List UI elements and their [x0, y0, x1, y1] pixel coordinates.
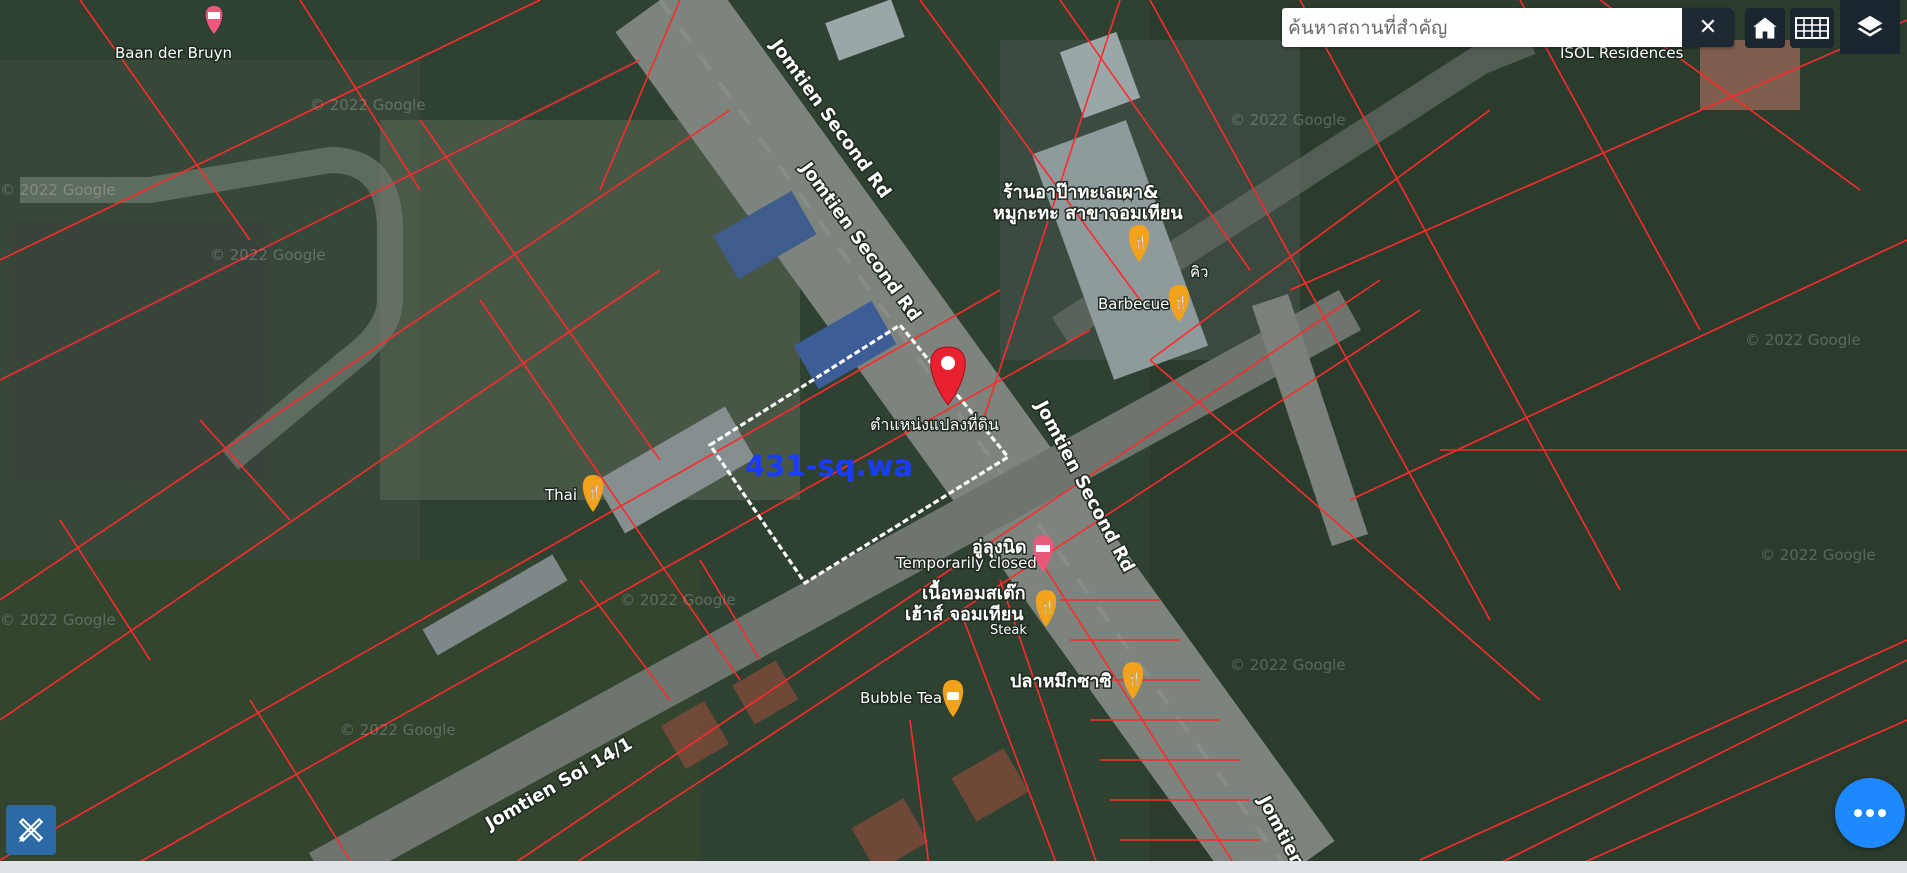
svg-text:🍴: 🍴 — [587, 485, 602, 499]
svg-text:🍴: 🍴 — [1133, 235, 1148, 249]
place-label: Temporarily closed — [895, 554, 1037, 572]
place-label: ร้านอาป๊าทะเลเผา& — [1003, 182, 1159, 203]
place-label: Thai — [544, 486, 577, 504]
grid-button[interactable] — [1790, 8, 1834, 48]
watermark: © 2022 Google — [340, 721, 456, 739]
svg-text:🍴: 🍴 — [1173, 295, 1188, 309]
watermark: © 2022 Google — [1230, 656, 1346, 674]
watermark: © 2022 Google — [210, 246, 326, 264]
home-icon — [1753, 17, 1777, 39]
bottom-status-bar — [0, 861, 1907, 873]
place-label: Bubble Tea — [860, 689, 942, 707]
place-label: เฮ้าส์ จอมเทียน — [905, 603, 1024, 625]
svg-text:🍴: 🍴 — [1127, 672, 1142, 686]
place-label: Baan der Bruyn — [115, 44, 232, 62]
satellite-map[interactable]: © 2022 Google © 2022 Google © 2022 Googl… — [0, 0, 1907, 873]
ruler-pencil-icon — [18, 817, 44, 843]
measure-tool-button[interactable] — [6, 805, 56, 855]
place-label: คิว — [1190, 263, 1208, 281]
watermark: © 2022 Google — [310, 96, 426, 114]
layers-icon — [1857, 15, 1883, 37]
watermark: © 2022 Google — [1745, 331, 1861, 349]
home-button[interactable] — [1745, 8, 1785, 48]
clear-search-button[interactable]: ✕ — [1682, 8, 1734, 47]
more-options-button[interactable] — [1835, 778, 1905, 848]
watermark: © 2022 Google — [0, 181, 116, 199]
grid-icon — [1795, 17, 1829, 39]
place-label: Steak — [990, 623, 1027, 638]
watermark: © 2022 Google — [1230, 111, 1346, 129]
svg-text:🍴: 🍴 — [1040, 600, 1055, 614]
plot-area-label: 431-sq.wa — [745, 449, 913, 483]
search-bar: ✕ — [1282, 8, 1734, 47]
watermark: © 2022 Google — [0, 611, 116, 629]
place-label: เนื้อหอมสเต๊ก — [922, 579, 1026, 604]
layers-button[interactable] — [1840, 0, 1900, 54]
place-label: หมูกะทะ สาขาจอมเทียน — [993, 203, 1183, 225]
watermark: © 2022 Google — [620, 591, 736, 609]
watermark: © 2022 Google — [1760, 546, 1876, 564]
more-icon — [1854, 809, 1886, 817]
pin-caption: ตำแหน่งแปลงที่ดิน — [870, 413, 999, 434]
search-input[interactable] — [1282, 8, 1680, 47]
place-label: ปลาหมึกซาซิ — [1010, 671, 1112, 692]
place-label: Barbecue — [1098, 295, 1169, 313]
